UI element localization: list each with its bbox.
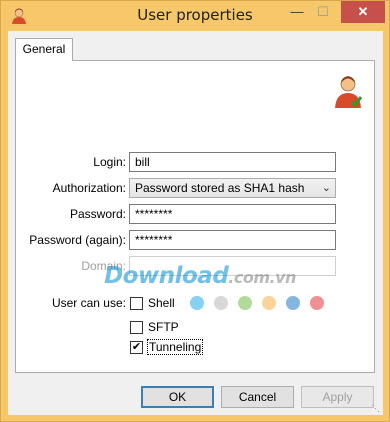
authorization-select[interactable]: Password stored as SHA1 hash ⌄: [129, 178, 336, 198]
apply-button[interactable]: Apply: [301, 386, 374, 408]
color-dot[interactable]: [238, 296, 252, 310]
shell-option[interactable]: Shell: [130, 295, 175, 311]
title-bar[interactable]: User properties — ☐ ✕: [1, 1, 389, 31]
color-dot[interactable]: [286, 296, 300, 310]
minimize-button[interactable]: —: [284, 1, 310, 23]
tunneling-checkbox[interactable]: ✔: [130, 340, 143, 354]
login-field[interactable]: bill: [129, 152, 336, 172]
login-label: Login:: [93, 155, 126, 169]
tab-general[interactable]: General: [15, 38, 73, 61]
color-dot[interactable]: [214, 296, 228, 310]
color-dot[interactable]: [190, 296, 204, 310]
cancel-button[interactable]: Cancel: [221, 386, 294, 408]
user-properties-window: User properties — ☐ ✕ General Login: bil…: [0, 0, 390, 422]
color-dot[interactable]: [262, 296, 276, 310]
sftp-option[interactable]: SFTP: [130, 319, 179, 335]
sftp-checkbox[interactable]: [130, 320, 143, 334]
chevron-down-icon: ⌄: [321, 182, 331, 194]
general-tab-panel: Login: bill Authorization: Password stor…: [15, 60, 375, 373]
color-dot[interactable]: [310, 296, 324, 310]
shell-checkbox[interactable]: [130, 296, 143, 310]
authorization-selected-value: Password stored as SHA1 hash: [135, 181, 305, 195]
close-button[interactable]: ✕: [341, 1, 385, 23]
tunneling-label: Tunneling: [146, 339, 204, 355]
shell-label: Shell: [148, 296, 175, 310]
domain-label: Domain:: [81, 259, 126, 273]
domain-field: [129, 256, 336, 276]
password-again-label: Password (again):: [29, 233, 126, 247]
authorization-label: Authorization:: [52, 181, 126, 195]
sftp-label: SFTP: [148, 320, 179, 334]
user-icon: [335, 76, 363, 108]
user-can-use-label: User can use:: [51, 296, 126, 310]
password-field[interactable]: ********: [129, 204, 336, 224]
dialog-client-area: General Login: bill Authorization: Passw…: [8, 31, 383, 415]
ok-button[interactable]: OK: [141, 386, 214, 408]
maximize-button[interactable]: ☐: [310, 1, 336, 23]
password-label: Password:: [69, 207, 126, 221]
resize-grip-icon[interactable]: ⋱: [371, 403, 381, 413]
password-again-field[interactable]: ********: [129, 230, 336, 250]
tunneling-option[interactable]: ✔ Tunneling: [130, 339, 204, 355]
